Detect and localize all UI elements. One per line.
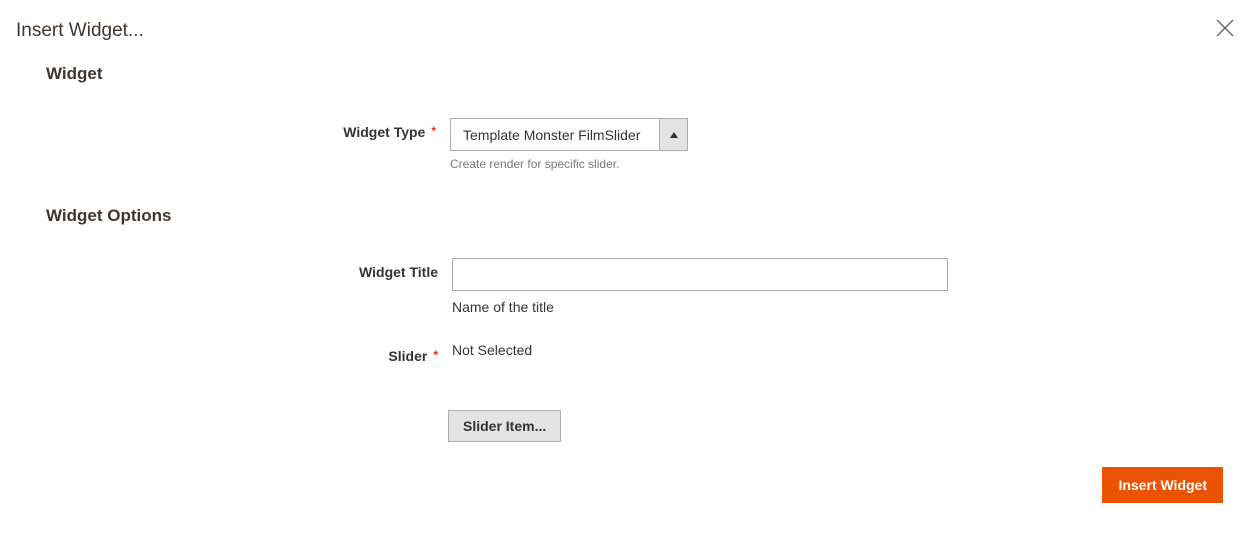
widget-type-label: Widget Type	[343, 124, 425, 140]
slider-value: Not Selected	[452, 342, 532, 358]
field-widget-title: Widget Title Name of the title	[318, 258, 948, 315]
widget-title-label: Widget Title	[359, 264, 438, 280]
widget-type-label-wrap: Widget Type *	[316, 118, 436, 140]
field-widget-type: Widget Type * Template Monster FilmSlider…	[316, 118, 688, 171]
section-widget-header: Widget	[46, 64, 103, 84]
widget-type-help: Create render for specific slider.	[450, 157, 688, 171]
slider-item-button[interactable]: Slider Item...	[448, 410, 561, 442]
required-asterisk: *	[431, 124, 436, 138]
close-icon	[1216, 19, 1234, 37]
modal-title: Insert Widget...	[16, 20, 144, 42]
required-asterisk: *	[433, 348, 438, 362]
field-slider-item: Slider Item...	[448, 410, 561, 442]
chevron-up-icon	[670, 132, 678, 138]
field-slider: Slider * Not Selected	[318, 342, 532, 364]
widget-title-input[interactable]	[452, 258, 948, 291]
widget-title-help: Name of the title	[452, 299, 948, 315]
widget-title-label-wrap: Widget Title	[318, 258, 438, 280]
widget-type-value: Template Monster FilmSlider	[451, 119, 659, 150]
insert-widget-button[interactable]: Insert Widget	[1102, 467, 1223, 503]
close-button[interactable]	[1213, 16, 1237, 40]
slider-label-wrap: Slider *	[318, 342, 438, 364]
section-options-header: Widget Options	[46, 206, 171, 226]
widget-type-select[interactable]: Template Monster FilmSlider	[450, 118, 688, 151]
select-arrow	[659, 119, 687, 150]
slider-label: Slider	[388, 348, 427, 364]
